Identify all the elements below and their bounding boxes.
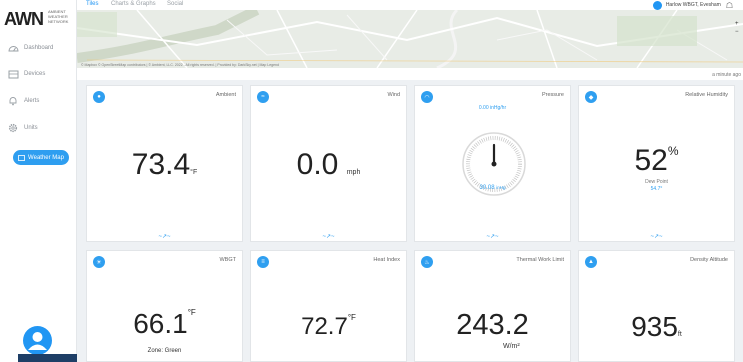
tile-title: Thermal Work Limit [516, 257, 564, 263]
user-menu[interactable]: Harlow WBGT, Evesham ☖ [652, 0, 733, 10]
tile-value: 66.1°F [87, 308, 242, 340]
twl-unit: W/m² [503, 343, 520, 350]
tab-social[interactable]: Social [167, 1, 183, 7]
sidebar-item-label: Dashboard [24, 45, 54, 51]
droplet-icon: ◆ [585, 91, 597, 103]
dashboard-icon [7, 43, 19, 53]
pressure-reading: 30.08 inHg [415, 185, 570, 191]
avatar[interactable] [23, 326, 52, 355]
tile-relative-humidity[interactable]: ◆ Relative Humidity 52% Dew Point 54.7° … [578, 85, 735, 242]
tile-title: Pressure [541, 92, 564, 98]
sidebar-item-dashboard[interactable]: Dashboard [0, 37, 77, 59]
chart-icon: ~↗~ [158, 234, 171, 240]
tile-title: Ambient [215, 92, 236, 98]
tile-chart-link[interactable]: ~↗~ [251, 232, 406, 241]
wind-value: 0.0 [296, 148, 339, 181]
tile-density-altitude[interactable]: ▲ Density Altitude 935ft [578, 250, 735, 362]
pressure-unit: inHg [496, 185, 506, 190]
awn-logo[interactable]: AWN AMBIENT WEATHER NETWORK [4, 8, 74, 30]
user-avatar-icon [652, 0, 662, 10]
wbgt-value: 66.1 [133, 308, 188, 339]
logo-text: AWN [4, 9, 44, 29]
sidebar-item-alerts[interactable]: Alerts [0, 90, 77, 112]
last-updated: a minute ago [712, 72, 741, 78]
thermometer-icon: ● [93, 91, 105, 103]
sidebar-item-weather-map[interactable]: Weather Map [13, 150, 69, 165]
weather-map[interactable]: © Mapbox © OpenStreetMap contributors | … [77, 10, 743, 68]
zoom-in-button[interactable]: + [735, 20, 741, 28]
tile-chart-link[interactable]: ~↗~ [87, 232, 242, 241]
heat-index-icon: ≡ [257, 256, 269, 268]
wbgt-zone: Zone: Green [147, 348, 182, 354]
tab-tiles[interactable]: Tiles [86, 1, 98, 7]
tile-value: 72.7°F [251, 313, 406, 341]
sun-thermometer-icon: ☀ [93, 256, 105, 268]
tile-chart-link[interactable]: ~↗~ [579, 232, 734, 241]
logo-subtitle: AMBIENT WEATHER NETWORK [48, 9, 69, 24]
sidebar-item-label: Units [24, 125, 38, 131]
tab-charts-graphs[interactable]: Charts & Graphs [111, 1, 156, 7]
pressure-value: 30.08 [479, 185, 495, 191]
tiles-grid: ● Ambient 73.4°F ~↗~ ≈ Wind 0.0 mph ~↗~ … [77, 80, 743, 362]
gauge-icon: ◠ [421, 91, 433, 103]
ambient-value: 73.4 [131, 148, 191, 181]
tile-heat-index[interactable]: ≡ Heat Index 72.7°F [250, 250, 407, 362]
pressure-rate: 0.00 inHg/hr [478, 105, 507, 111]
tile-title: Heat Index [373, 257, 400, 263]
map-streets [77, 10, 743, 68]
ambient-unit: °F [190, 169, 198, 176]
map-credit: © Mapbox © OpenStreetMap contributors | … [81, 63, 279, 67]
density-altitude-unit: ft [677, 331, 682, 338]
tile-title: Relative Humidity [685, 92, 728, 98]
tile-thermal-work-limit[interactable]: ♨ Thermal Work Limit 243.2 W/m² [414, 250, 571, 362]
top-bar: Tiles Charts & Graphs Social Harlow WBGT… [77, 0, 743, 10]
sidebar-item-label: Devices [24, 71, 46, 77]
zoom-out-button[interactable]: − [735, 28, 741, 36]
wbgt-unit: °F [187, 308, 196, 317]
tile-chart-link[interactable]: ~↗~ [415, 232, 570, 241]
user-icon [28, 332, 47, 350]
tile-wbgt[interactable]: ☀ WBGT 66.1°F Zone: Green [86, 250, 243, 362]
tile-value: 243.2 [456, 309, 529, 341]
chart-icon: ~↗~ [650, 234, 663, 240]
heat-index-value: 72.7 [301, 313, 348, 340]
bell-icon [7, 96, 19, 106]
sidebar-footer-bar [18, 354, 77, 362]
tile-title: Wind [387, 92, 400, 98]
dew-point-label: Dew Point [645, 179, 668, 185]
sidebar: AWN AMBIENT WEATHER NETWORK Dashboard De… [0, 0, 77, 362]
map-zoom-controls: + − [735, 20, 741, 36]
dew-point-value: 54.7° [650, 186, 663, 192]
sidebar-item-label: Weather Map [28, 154, 64, 161]
twl-icon: ♨ [421, 256, 433, 268]
user-label: Harlow WBGT, Evesham [665, 2, 721, 8]
humidity-value: 52 [634, 144, 668, 177]
mountain-icon: ▲ [585, 256, 597, 268]
tile-value: 52% [579, 144, 734, 178]
gear-icon [7, 123, 19, 133]
chart-icon: ~↗~ [486, 234, 499, 240]
tile-value: 935ft [579, 311, 734, 343]
density-altitude-value: 935 [631, 311, 678, 342]
tile-pressure[interactable]: ◠ Pressure 0.00 inHg/hr 30.08 inHg ~↗~ [414, 85, 571, 242]
tile-wind[interactable]: ≈ Wind 0.0 mph ~↗~ [250, 85, 407, 242]
chart-icon: ~↗~ [322, 234, 335, 240]
tile-value: 73.4°F [87, 148, 242, 182]
sidebar-item-label: Alerts [24, 98, 40, 104]
wind-icon: ≈ [257, 91, 269, 103]
map-icon [18, 154, 25, 161]
tile-value: 0.0 mph [251, 148, 406, 182]
heat-index-unit: °F [347, 313, 356, 322]
tile-title: Density Altitude [690, 257, 728, 263]
wind-unit: mph [346, 169, 361, 176]
bell-icon[interactable]: ☖ [726, 1, 733, 10]
sidebar-item-units[interactable]: Units [0, 117, 77, 139]
sidebar-item-devices[interactable]: Devices [0, 63, 77, 85]
tile-title: WBGT [219, 257, 237, 263]
devices-icon [7, 69, 19, 79]
humidity-unit: % [667, 144, 679, 158]
tile-ambient[interactable]: ● Ambient 73.4°F ~↗~ [86, 85, 243, 242]
